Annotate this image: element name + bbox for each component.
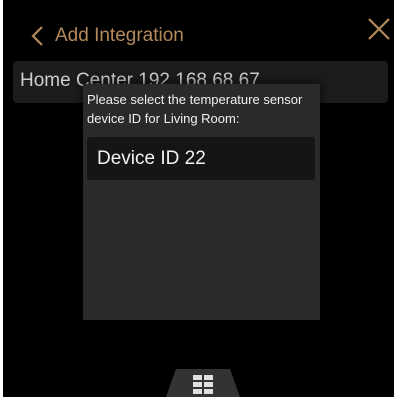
close-icon <box>368 18 390 40</box>
close-button[interactable] <box>366 16 392 42</box>
header: Add Integration <box>3 16 394 56</box>
select-device-dialog: Please select the temperature sensor dev… <box>83 84 320 320</box>
device-option-label: Device ID 22 <box>97 148 206 169</box>
menu-button[interactable] <box>166 369 240 397</box>
page-title: Add Integration <box>55 25 184 46</box>
chevron-left-icon <box>31 26 43 46</box>
app-screen: Add Integration Home Center 192.168.68.6… <box>3 0 394 397</box>
grid-menu-icon <box>166 369 240 397</box>
device-option[interactable]: Device ID 22 <box>87 137 315 180</box>
back-button[interactable] <box>27 24 51 48</box>
dialog-prompt: Please select the temperature sensor dev… <box>87 92 303 126</box>
